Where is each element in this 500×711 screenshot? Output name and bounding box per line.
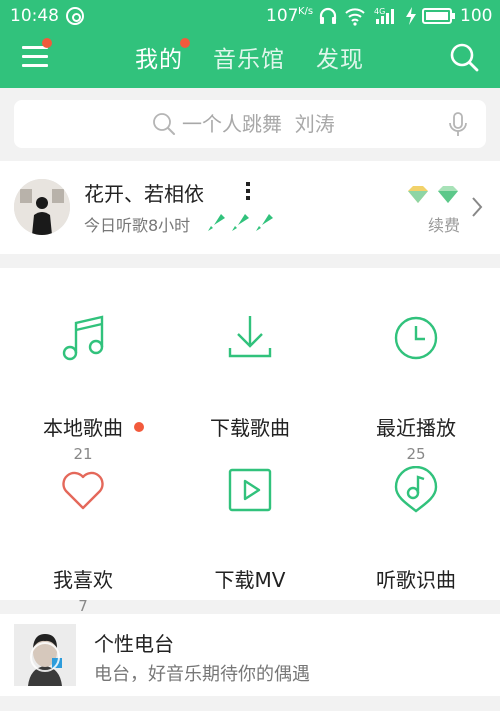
headphones-icon [319, 7, 337, 24]
music-recognition-label: 听歌识曲 [376, 568, 456, 592]
search-icon[interactable] [449, 42, 479, 72]
avatar-image [14, 179, 70, 235]
recent-plays-button[interactable]: 最近播放 25 [333, 314, 499, 464]
search-field-icon [153, 113, 175, 135]
menu-icon-line [22, 64, 48, 67]
microphone-icon[interactable] [448, 112, 468, 138]
menu-icon-line [22, 55, 48, 58]
network-speed-unit: K/s [298, 6, 314, 17]
favorites-button[interactable]: 我喜欢 7 [0, 466, 166, 616]
radio-title: 个性电台 [94, 632, 174, 656]
music-note-icon [62, 315, 104, 361]
network-speed: 107 [266, 6, 299, 26]
personal-radio-card[interactable]: 个性电台 电台，好音乐期待你的偶遇 [0, 614, 500, 696]
rocket-badges-icon [208, 214, 273, 231]
status-bar: 10:48 107 K/s 4G 100 [0, 0, 500, 34]
charging-icon [406, 7, 416, 25]
more-dots-icon[interactable] [246, 181, 250, 201]
heart-icon [62, 471, 104, 510]
username: ​花开、若相依 [84, 182, 204, 206]
chevron-right-icon [472, 197, 483, 217]
top-bar: 10:48 107 K/s 4G 100 我的 音乐馆 发现 [0, 0, 500, 88]
download-songs-button[interactable]: 下载歌曲 [167, 314, 333, 464]
tab-music-hall[interactable]: 音乐馆 [213, 40, 285, 74]
local-songs-count: 21 [73, 445, 93, 463]
download-mv-button[interactable]: 下载MV [167, 466, 333, 616]
favorites-count: 7 [78, 597, 88, 615]
netease-music-icon [66, 7, 84, 25]
radio-thumbnail [14, 624, 76, 686]
status-time: 10:48 [10, 6, 59, 26]
menu-notification-dot [42, 38, 52, 48]
music-recognition-button[interactable]: 听歌识曲 [333, 466, 499, 616]
radio-subtitle: 电台，好音乐期待你的偶遇 [94, 664, 310, 685]
radio-cover-image [14, 624, 76, 686]
clock-icon [394, 316, 438, 360]
mv-play-icon [228, 468, 272, 512]
vip-diamond-icon [408, 186, 458, 203]
feature-grid: 本地歌曲 21 下载歌曲 最近播放 25 我喜欢 7 下载MV 听歌识曲 [0, 268, 500, 615]
signal-label: 4G [374, 7, 385, 16]
download-songs-label: 下载歌曲 [210, 416, 290, 440]
battery-icon [422, 8, 455, 24]
listen-time: 今日听歌8小时 [84, 216, 191, 235]
renew-label[interactable]: 续费 [428, 212, 460, 236]
recent-plays-count: 25 [406, 445, 426, 463]
nav-bar: 我的 音乐馆 发现 [0, 34, 500, 88]
battery-level: 100 [460, 6, 493, 26]
tab-mine-notification-dot [180, 38, 190, 48]
download-icon [228, 316, 272, 358]
recent-plays-label: 最近播放 [376, 416, 456, 440]
search-bar[interactable] [14, 100, 486, 148]
search-input[interactable] [182, 108, 432, 140]
cell-signal-icon: 4G [374, 7, 394, 24]
wifi-icon [345, 8, 365, 26]
local-songs-notification-dot [134, 422, 144, 432]
music-recognition-icon [394, 466, 438, 513]
download-mv-label: 下载MV [214, 568, 286, 592]
avatar[interactable] [14, 179, 70, 235]
profile-card[interactable]: ​花开、若相依 今日听歌8小时 续费 [0, 161, 500, 254]
favorites-label: 我喜欢 [53, 568, 113, 592]
local-songs-button[interactable]: 本地歌曲 21 [0, 314, 166, 464]
tab-discover[interactable]: 发现 [316, 40, 364, 74]
tab-mine[interactable]: 我的 [135, 40, 183, 74]
